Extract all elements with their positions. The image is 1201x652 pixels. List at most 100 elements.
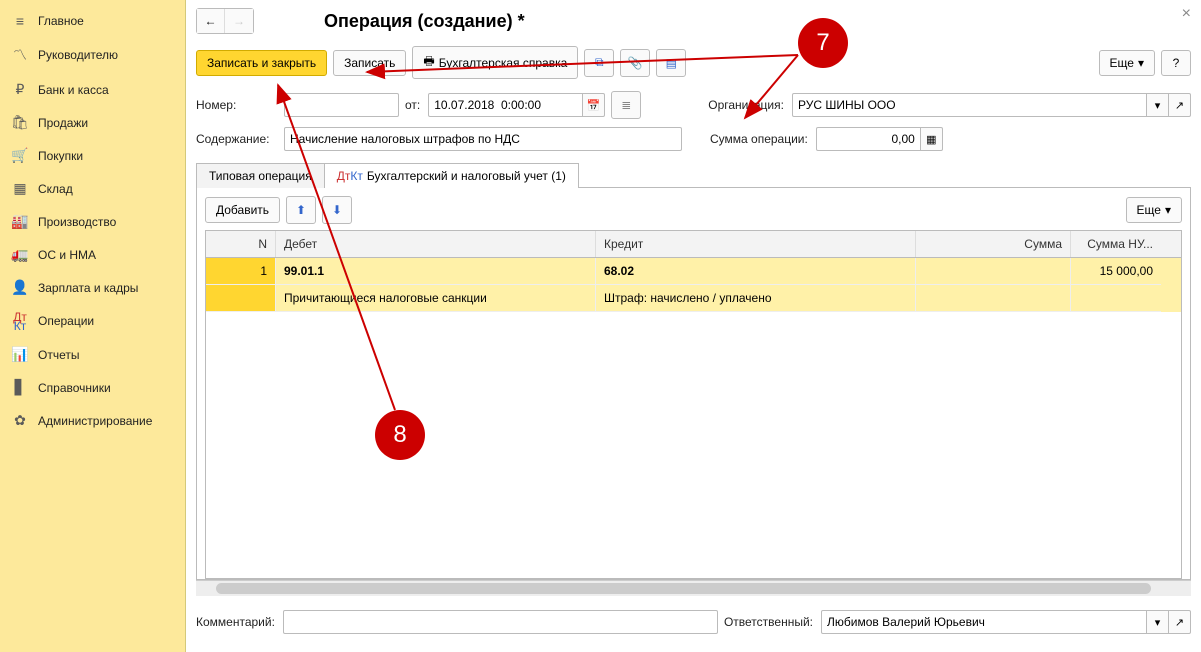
comment-label: Комментарий: xyxy=(196,615,275,629)
responsible-input[interactable] xyxy=(821,610,1147,634)
sidebar-item-warehouse[interactable]: ▦Склад xyxy=(0,172,185,205)
sidebar-item-bank[interactable]: ₽Банк и касса xyxy=(0,73,185,106)
cell-credit-acc[interactable]: 68.02 xyxy=(596,258,916,285)
sidebar-item-main[interactable]: ≡Главное xyxy=(0,5,185,37)
dtkt-icon: ДтКт xyxy=(337,172,363,181)
sidebar-item-sales[interactable]: 🛍Продажи xyxy=(0,106,185,139)
move-up-button[interactable]: ⬆ xyxy=(286,196,316,224)
sidebar-item-salary[interactable]: 👤Зарплата и кадры xyxy=(0,271,185,304)
sidebar-item-directories[interactable]: ▋Справочники xyxy=(0,371,185,404)
doc-list-button[interactable]: ≣ xyxy=(611,91,641,119)
sum-input[interactable] xyxy=(816,127,921,151)
save-close-button[interactable]: Записать и закрыть xyxy=(196,50,327,76)
nav-buttons: ← → xyxy=(196,8,254,34)
sidebar-item-assets[interactable]: 🚛ОС и НМА xyxy=(0,238,185,271)
open-icon[interactable]: ↗ xyxy=(1169,93,1191,117)
comment-input[interactable] xyxy=(283,610,718,634)
sub-toolbar: Добавить ⬆ ⬇ Еще ▾ xyxy=(205,196,1182,224)
chevron-down-icon: ▾ xyxy=(1138,56,1144,70)
row-number: Номер: от: 📅 ≣ Организация: ▾ ↗ xyxy=(186,87,1201,123)
from-label: от: xyxy=(405,98,420,112)
cell-sumnu2[interactable] xyxy=(1071,285,1161,312)
cell-sum[interactable] xyxy=(916,258,1071,285)
open-icon[interactable]: ↗ xyxy=(1169,610,1191,634)
grid-icon: ▦ xyxy=(10,180,30,197)
sidebar-item-purchases[interactable]: 🛒Покупки xyxy=(0,139,185,172)
cell-n[interactable]: 1 xyxy=(206,258,276,285)
truck-icon: 🚛 xyxy=(10,246,30,263)
back-button[interactable]: ← xyxy=(197,9,225,33)
building-icon: 🏭 xyxy=(10,213,30,230)
entries-table: N Дебет Кредит Сумма Сумма НУ... 1 99.01… xyxy=(205,230,1182,579)
scrollbar-thumb[interactable] xyxy=(216,583,1151,594)
add-button[interactable]: Добавить xyxy=(205,197,280,223)
help-button[interactable]: ? xyxy=(1161,50,1191,76)
col-n[interactable]: N xyxy=(206,231,276,257)
tab-panel: Добавить ⬆ ⬇ Еще ▾ N Дебет Кредит Сумма … xyxy=(196,187,1191,580)
fill-button[interactable]: ⧉ xyxy=(584,49,614,77)
sidebar-item-production[interactable]: 🏭Производство xyxy=(0,205,185,238)
sidebar-item-operations[interactable]: ДтКтОперации xyxy=(0,304,185,338)
accounting-ref-button[interactable]: 🖶Бухгалтерская справка xyxy=(412,46,578,79)
sidebar-item-manager[interactable]: 〽Руководителю xyxy=(0,37,185,73)
forward-button[interactable]: → xyxy=(225,9,253,33)
calendar-icon[interactable]: 📅 xyxy=(583,93,605,117)
col-credit[interactable]: Кредит xyxy=(596,231,916,257)
tabs: Типовая операция ДтКтБухгалтерский и нал… xyxy=(196,163,1191,188)
calc-icon[interactable]: ▦ xyxy=(921,127,943,151)
table-header: N Дебет Кредит Сумма Сумма НУ... xyxy=(206,231,1181,258)
gear-icon: ✿ xyxy=(10,412,30,429)
col-sum[interactable]: Сумма xyxy=(916,231,1071,257)
attach-button[interactable]: 📎 xyxy=(620,49,650,77)
date-input[interactable] xyxy=(428,93,583,117)
cart-icon: 🛒 xyxy=(10,147,30,164)
cell-debit-desc[interactable]: Причитающиеся налоговые санкции xyxy=(276,285,596,312)
sum-label: Сумма операции: xyxy=(710,132,808,146)
table-row[interactable]: 1 99.01.1 68.02 15 000,00 xyxy=(206,258,1181,285)
template-button[interactable]: ▤ xyxy=(656,49,686,77)
sub-more-button[interactable]: Еще ▾ xyxy=(1126,197,1182,223)
topbar: ← → Операция (создание) * xyxy=(186,0,1201,38)
menu-icon: ≡ xyxy=(10,13,30,29)
content-input[interactable] xyxy=(284,127,682,151)
tab-accounting[interactable]: ДтКтБухгалтерский и налоговый учет (1) xyxy=(324,163,579,188)
dtkt-icon: ДтКт xyxy=(10,312,30,330)
org-label: Организация: xyxy=(708,98,784,112)
chevron-down-icon: ▾ xyxy=(1165,203,1171,217)
books-icon: ▋ xyxy=(10,379,30,396)
number-input[interactable] xyxy=(284,93,399,117)
bag-icon: 🛍 xyxy=(10,114,30,131)
sidebar-item-admin[interactable]: ✿Администрирование xyxy=(0,404,185,437)
tab-typical[interactable]: Типовая операция xyxy=(196,163,325,188)
cell-sumnu[interactable]: 15 000,00 xyxy=(1071,258,1161,285)
close-icon[interactable]: × xyxy=(1182,5,1191,23)
chart-icon: 〽 xyxy=(10,45,30,65)
col-debit[interactable]: Дебет xyxy=(276,231,596,257)
table-row[interactable]: Причитающиеся налоговые санкции Штраф: н… xyxy=(206,285,1181,312)
table-body[interactable]: 1 99.01.1 68.02 15 000,00 Причитающиеся … xyxy=(206,258,1181,578)
bottom-row: Комментарий: Ответственный: ▾ ↗ xyxy=(186,604,1201,640)
ruble-icon: ₽ xyxy=(10,81,30,98)
number-label: Номер: xyxy=(196,98,276,112)
cell-debit-acc[interactable]: 99.01.1 xyxy=(276,258,596,285)
cell-n-blank[interactable] xyxy=(206,285,276,312)
person-icon: 👤 xyxy=(10,279,30,296)
move-down-button[interactable]: ⬇ xyxy=(322,196,352,224)
cell-sum2[interactable] xyxy=(916,285,1071,312)
dropdown-icon[interactable]: ▾ xyxy=(1147,93,1169,117)
more-button[interactable]: Еще ▾ xyxy=(1099,50,1155,76)
row-content: Содержание: Сумма операции: ▦ xyxy=(186,123,1201,155)
save-button[interactable]: Записать xyxy=(333,50,406,76)
main-content: × ← → Операция (создание) * Записать и з… xyxy=(186,0,1201,652)
sidebar-item-reports[interactable]: 📊Отчеты xyxy=(0,338,185,371)
dropdown-icon[interactable]: ▾ xyxy=(1147,610,1169,634)
org-input[interactable] xyxy=(792,93,1147,117)
bars-icon: 📊 xyxy=(10,346,30,363)
col-sumnu[interactable]: Сумма НУ... xyxy=(1071,231,1161,257)
responsible-group: ▾ ↗ xyxy=(821,610,1191,634)
sidebar-nav: ≡Главное 〽Руководителю ₽Банк и касса 🛍Пр… xyxy=(0,0,186,652)
org-group: ▾ ↗ xyxy=(792,93,1191,117)
responsible-label: Ответственный: xyxy=(724,615,813,629)
h-scrollbar[interactable] xyxy=(196,580,1191,596)
cell-credit-desc[interactable]: Штраф: начислено / уплачено xyxy=(596,285,916,312)
